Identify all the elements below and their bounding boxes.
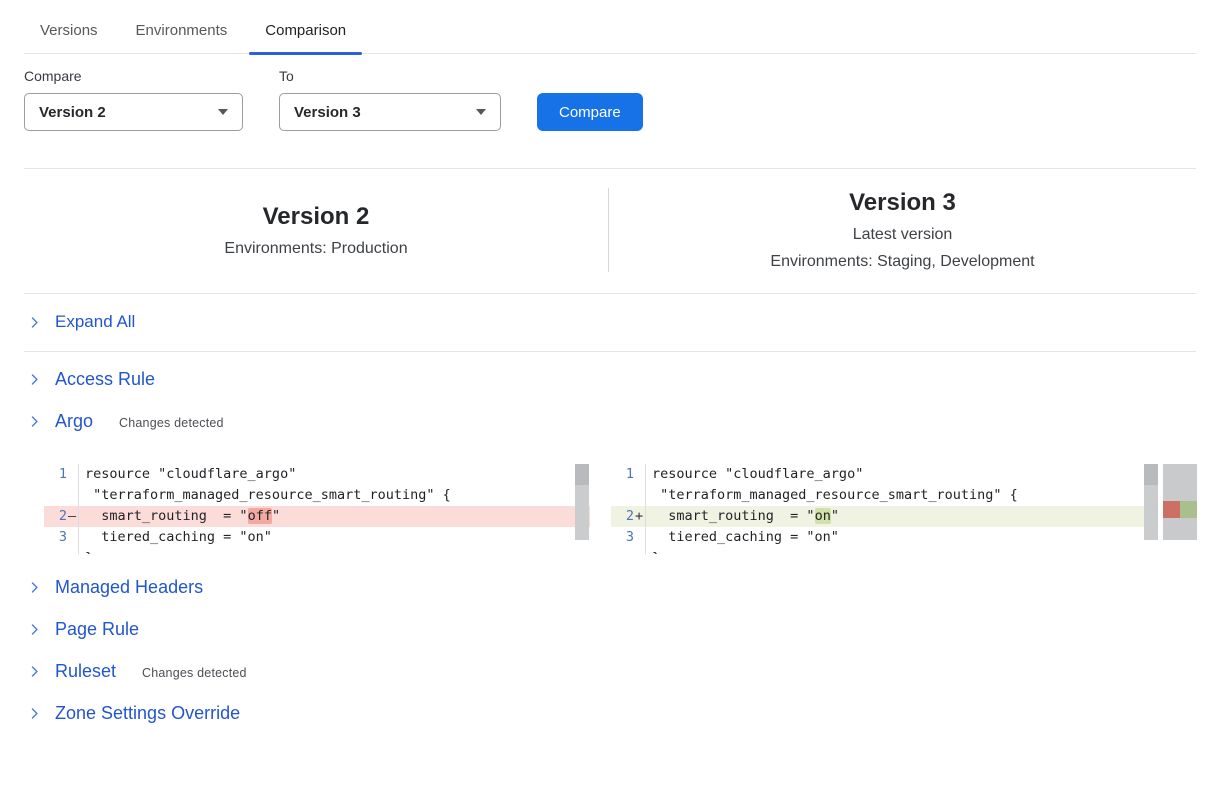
diff-line-added: 2+ smart_routing = "on" xyxy=(611,506,1158,527)
diff-scrollbar[interactable] xyxy=(1144,464,1158,540)
section-label: Access Rule xyxy=(55,369,155,390)
version-right-header: Version 3 Latest version Environments: S… xyxy=(609,188,1196,272)
to-field: To Version 3 xyxy=(279,68,501,131)
compare-version-select[interactable]: Version 2 xyxy=(24,93,243,131)
line-number-gutter: 1 xyxy=(44,464,79,485)
changes-detected-badge: Changes detected xyxy=(142,666,247,680)
tab-environments[interactable]: Environments xyxy=(120,13,244,53)
diff-line-context: } xyxy=(44,548,590,554)
section-header-page-rule[interactable]: Page Rule xyxy=(24,609,1196,651)
section-label: Page Rule xyxy=(55,619,139,640)
section-label: Zone Settings Override xyxy=(55,703,240,724)
changed-word-highlight: on xyxy=(815,508,831,524)
line-number-gutter: 1 xyxy=(611,464,646,485)
to-label: To xyxy=(279,68,501,84)
code-text: "terraform_managed_resource_smart_routin… xyxy=(79,485,451,506)
code-text: tiered_caching = "on" xyxy=(79,527,272,548)
minimap-removed-marker xyxy=(1163,501,1180,518)
caret-down-icon xyxy=(218,109,228,115)
diff-line-context: "terraform_managed_resource_smart_routin… xyxy=(44,485,590,506)
code-text: tiered_caching = "on" xyxy=(646,527,839,548)
changed-word-highlight: off xyxy=(248,508,272,524)
code-text: resource "cloudflare_argo" xyxy=(79,464,296,485)
minimap-added-marker xyxy=(1180,501,1197,518)
code-text: smart_routing = "on" xyxy=(646,506,839,527)
diff-line-removed: 2– smart_routing = "off" xyxy=(44,506,590,527)
version-right-environments: Environments: Staging, Development xyxy=(609,251,1196,272)
tab-bar: VersionsEnvironmentsComparison xyxy=(24,0,1196,54)
scrollbar-thumb[interactable] xyxy=(1144,464,1158,485)
scrollbar-thumb[interactable] xyxy=(575,464,589,485)
diff-panel-left: 1resource "cloudflare_argo" "terraform_m… xyxy=(44,464,590,554)
section-header-managed-headers[interactable]: Managed Headers xyxy=(24,567,1196,609)
to-version-value: Version 3 xyxy=(294,104,361,121)
chevron-right-icon xyxy=(28,581,41,594)
line-number-gutter xyxy=(44,485,79,506)
compare-form: Compare Version 2 To Version 3 Compare xyxy=(24,68,1196,131)
section-list: Access RuleArgoChanges detected1resource… xyxy=(24,352,1196,743)
line-number-gutter: 2+ xyxy=(611,506,646,527)
expand-all-label: Expand All xyxy=(55,312,135,332)
section-header-argo[interactable]: Argo Changes detected xyxy=(24,401,1196,443)
chevron-right-icon xyxy=(28,316,41,329)
section-label: Argo xyxy=(55,411,93,432)
section-header-ruleset[interactable]: Ruleset Changes detected xyxy=(24,651,1196,693)
section-header-zone-settings-override[interactable]: Zone Settings Override xyxy=(24,693,1196,735)
code-text: } xyxy=(79,548,93,554)
diff-minimap[interactable] xyxy=(1163,464,1197,540)
section-header-access-rule[interactable]: Access Rule xyxy=(24,359,1196,401)
chevron-right-icon xyxy=(28,665,41,678)
chevron-right-icon xyxy=(28,373,41,386)
expand-all-toggle[interactable]: Expand All xyxy=(24,294,1196,352)
section-label: Ruleset xyxy=(55,661,116,682)
compare-button[interactable]: Compare xyxy=(537,93,643,131)
version-left-environments: Environments: Production xyxy=(24,238,608,259)
argo-diff-view: 1resource "cloudflare_argo" "terraform_m… xyxy=(44,464,1197,554)
compare-label: Compare xyxy=(24,68,243,84)
diff-line-context: } xyxy=(611,548,1158,554)
tab-versions[interactable]: Versions xyxy=(24,13,114,53)
compare-field: Compare Version 2 xyxy=(24,68,243,131)
code-text: resource "cloudflare_argo" xyxy=(646,464,863,485)
code-text: } xyxy=(646,548,660,554)
diff-panel-right: 1resource "cloudflare_argo" "terraform_m… xyxy=(611,464,1158,554)
diff-line-context: "terraform_managed_resource_smart_routin… xyxy=(611,485,1158,506)
diff-line-context: 3 tiered_caching = "on" xyxy=(44,527,590,548)
tab-comparison[interactable]: Comparison xyxy=(249,13,362,53)
section-label: Managed Headers xyxy=(55,577,203,598)
diff-line-context: 1resource "cloudflare_argo" xyxy=(611,464,1158,485)
version-right-title: Version 3 xyxy=(609,188,1196,218)
caret-down-icon xyxy=(476,109,486,115)
code-text: "terraform_managed_resource_smart_routin… xyxy=(646,485,1018,506)
compare-version-value: Version 2 xyxy=(39,104,106,121)
diff-line-context: 1resource "cloudflare_argo" xyxy=(44,464,590,485)
line-number-gutter xyxy=(44,548,79,554)
chevron-right-icon xyxy=(28,707,41,720)
version-left-title: Version 2 xyxy=(24,202,608,232)
line-number-gutter: 3 xyxy=(44,527,79,548)
line-number-gutter xyxy=(611,485,646,506)
to-version-select[interactable]: Version 3 xyxy=(279,93,501,131)
comparison-page: VersionsEnvironmentsComparison Compare V… xyxy=(0,0,1224,788)
chevron-right-icon xyxy=(28,623,41,636)
diff-scrollbar[interactable] xyxy=(575,464,589,540)
diff-line-context: 3 tiered_caching = "on" xyxy=(611,527,1158,548)
code-text: smart_routing = "off" xyxy=(79,506,280,527)
version-headers: Version 2 Environments: Production Versi… xyxy=(24,169,1196,294)
line-number-gutter: 2– xyxy=(44,506,79,527)
changes-detected-badge: Changes detected xyxy=(119,416,224,430)
version-right-latest: Latest version xyxy=(609,224,1196,245)
line-number-gutter xyxy=(611,548,646,554)
version-left-header: Version 2 Environments: Production xyxy=(24,202,608,259)
line-number-gutter: 3 xyxy=(611,527,646,548)
chevron-right-icon xyxy=(28,415,41,428)
